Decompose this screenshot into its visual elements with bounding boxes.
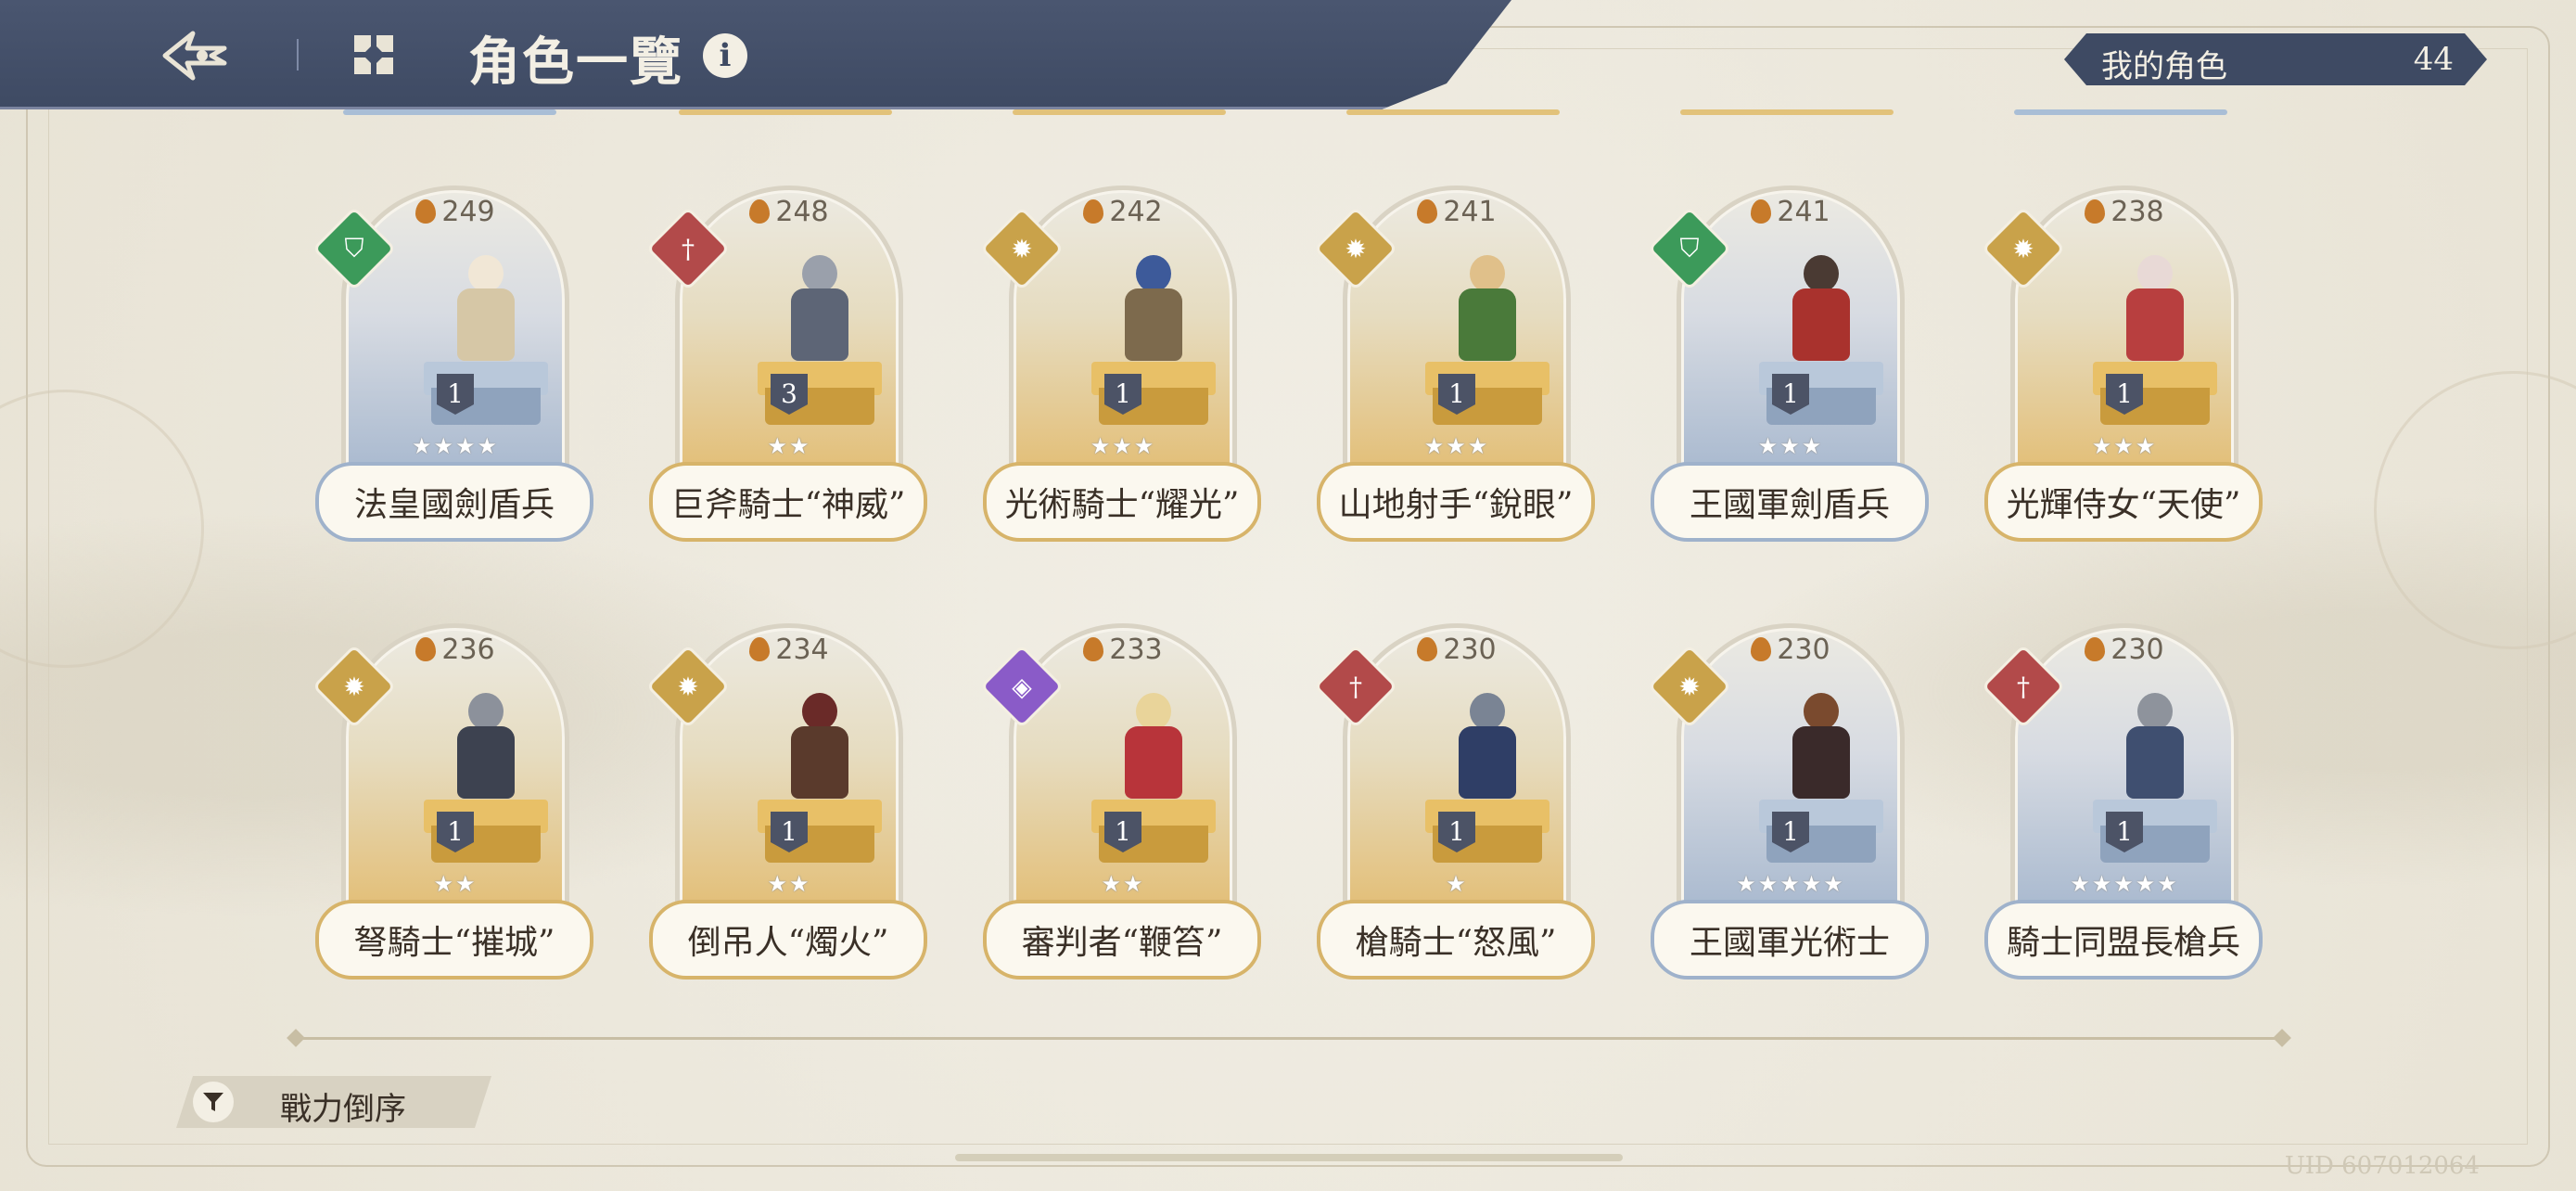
character-name: 光輝侍女“天使”: [1984, 462, 2263, 542]
character-card[interactable]: 242 1 ★★★ ✹ 光術騎士“耀光”: [979, 186, 1261, 566]
power-number: 249: [441, 196, 495, 228]
character-card[interactable]: 241 1 ★★★ ✹ 山地射手“銳眼”: [1313, 186, 1595, 566]
star-rating: ★★: [1101, 871, 1145, 897]
header-divider: [297, 39, 299, 70]
section-divider: [297, 1037, 2281, 1040]
my-characters-count: 44: [2413, 41, 2454, 78]
flame-icon: [415, 637, 437, 661]
character-card[interactable]: 230 1 ★★★★★ ✹ 王國軍光術士: [1647, 623, 1929, 1004]
star-rating: ★★★: [1090, 433, 1156, 459]
character-card[interactable]: 234 1 ★★ ✹ 倒吊人“燭火”: [645, 623, 927, 1004]
flame-icon: [749, 199, 771, 224]
star-rating: ★★★★★: [1736, 871, 1845, 897]
uid-text: UID 607012064: [2284, 1152, 2480, 1180]
power-number: 230: [1443, 634, 1497, 666]
filter-icon: [193, 1082, 234, 1122]
power-number: 230: [2111, 634, 2164, 666]
info-icon[interactable]: i: [703, 33, 747, 78]
sort-button[interactable]: 戰力倒序: [176, 1076, 491, 1128]
flame-icon: [1417, 637, 1438, 661]
row-edge: [679, 109, 892, 115]
character-name: 倒吊人“燭火”: [649, 900, 927, 980]
power-number: 230: [1777, 634, 1830, 666]
star-rating: ★★★★: [411, 433, 500, 459]
header-bar: 角色一覽 i: [0, 0, 1511, 109]
flame-icon: [415, 199, 437, 224]
character-name: 王國軍光術士: [1651, 900, 1929, 980]
character-name: 巨斧騎士“神威”: [649, 462, 927, 542]
character-name: 騎士同盟長槍兵: [1984, 900, 2263, 980]
sort-label: 戰力倒序: [280, 1091, 406, 1128]
character-card[interactable]: 230 1 ★★★★★ † 騎士同盟長槍兵: [1981, 623, 2263, 1004]
character-name: 山地射手“銳眼”: [1317, 462, 1595, 542]
grid-button[interactable]: [352, 33, 395, 76]
power-number: 238: [2111, 196, 2164, 228]
power-number: 236: [441, 634, 495, 666]
character-name: 光術騎士“耀光”: [983, 462, 1261, 542]
star-rating: ★★★★★: [2070, 871, 2179, 897]
page-title: 角色一覽: [468, 32, 683, 93]
character-name: 王國軍劍盾兵: [1651, 462, 1929, 542]
character-name: 審判者“鞭笞”: [983, 900, 1261, 980]
star-rating: ★★★: [1423, 433, 1490, 459]
power-number: 233: [1109, 634, 1163, 666]
star-rating: ★★: [433, 871, 478, 897]
power-number: 241: [1777, 196, 1830, 228]
power-number: 234: [775, 634, 829, 666]
power-number: 248: [775, 196, 829, 228]
character-name: 法皇國劍盾兵: [315, 462, 593, 542]
power-number: 241: [1443, 196, 1497, 228]
flame-icon: [1083, 637, 1104, 661]
flame-icon: [1417, 199, 1438, 224]
character-card[interactable]: 248 3 ★★ † 巨斧騎士“神威”: [645, 186, 927, 566]
flame-icon: [749, 637, 771, 661]
character-card[interactable]: 238 1 ★★★ ✹ 光輝侍女“天使”: [1981, 186, 2263, 566]
back-arrow-icon: [162, 31, 227, 81]
my-characters-counter: 我的角色 44: [2064, 33, 2487, 85]
character-name: 槍騎士“怒風”: [1317, 900, 1595, 980]
flame-icon: [2085, 199, 2106, 224]
flame-icon: [1751, 199, 1772, 224]
character-card[interactable]: 230 1 ★ † 槍騎士“怒風”: [1313, 623, 1595, 1004]
flame-icon: [2085, 637, 2106, 661]
back-button[interactable]: [158, 20, 232, 91]
flame-icon: [1083, 199, 1104, 224]
star-rating: ★: [1446, 871, 1468, 897]
character-name: 弩騎士“摧城”: [315, 900, 593, 980]
star-rating: ★★★: [1757, 433, 1824, 459]
row-edge: [343, 109, 556, 115]
power-number: 242: [1109, 196, 1163, 228]
grid-icon: [354, 35, 393, 74]
star-rating: ★★★: [2091, 433, 2158, 459]
character-card[interactable]: 249 1 ★★★★ ⛉ 法皇國劍盾兵: [312, 186, 593, 566]
row-edge: [2014, 109, 2227, 115]
character-card[interactable]: 241 1 ★★★ ⛉ 王國軍劍盾兵: [1647, 186, 1929, 566]
my-characters-label: 我的角色: [2101, 48, 2227, 85]
row-edge: [1346, 109, 1560, 115]
star-rating: ★★: [767, 871, 811, 897]
row-edge: [1680, 109, 1894, 115]
character-card[interactable]: 233 1 ★★ ◈ 審判者“鞭笞”: [979, 623, 1261, 1004]
row-edge: [1013, 109, 1226, 115]
scrollbar[interactable]: [955, 1154, 1623, 1161]
character-card[interactable]: 236 1 ★★ ✹ 弩騎士“摧城”: [312, 623, 593, 1004]
flame-icon: [1751, 637, 1772, 661]
star-rating: ★★: [767, 433, 811, 459]
